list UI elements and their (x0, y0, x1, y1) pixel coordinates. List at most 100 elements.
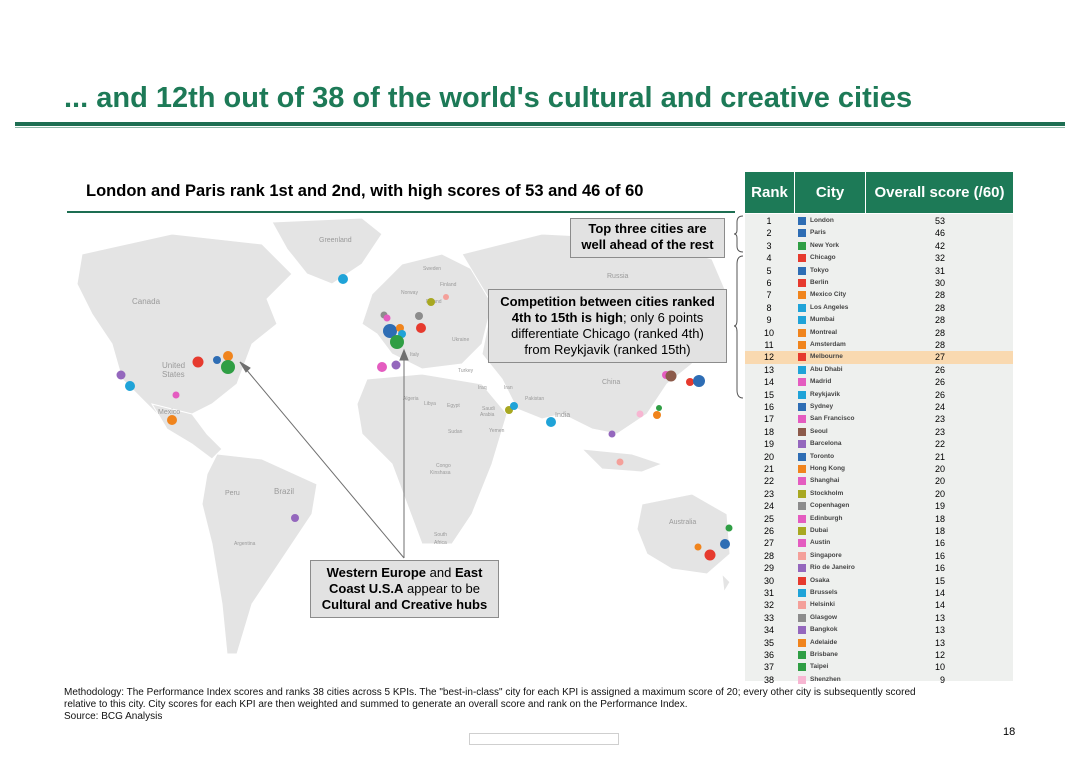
row-city: Bangkok (810, 626, 838, 634)
row-score: 16 (934, 563, 945, 574)
table-row: 14 Madrid 26 (745, 376, 1013, 388)
city-color-swatch (798, 254, 806, 263)
city-color-swatch (798, 229, 806, 238)
table-row: 7 Mexico City 28 (745, 289, 1013, 301)
row-city: Taipei (810, 663, 829, 671)
row-rank: 19 (763, 439, 774, 450)
row-rank: 38 (763, 674, 774, 685)
city-color-swatch (798, 539, 806, 548)
row-rank: 1 (766, 216, 772, 226)
row-score: 53 (934, 216, 945, 226)
row-city: Los Angeles (810, 303, 849, 311)
row-score: 13 (934, 625, 945, 636)
city-dot-shenzhen (636, 410, 644, 418)
city-dot-helsinki (443, 294, 449, 300)
row-score: 46 (934, 228, 945, 239)
row-score: 21 (934, 451, 945, 462)
table-row: 34 Bangkok 13 (745, 624, 1013, 636)
label-mexico: Mexico (158, 409, 180, 416)
city-color-swatch (798, 613, 806, 622)
row-score: 24 (934, 402, 945, 412)
city-color-swatch (798, 440, 806, 449)
row-score: 32 (934, 253, 945, 264)
city-dot-berlin (416, 323, 426, 333)
brace-top-three (733, 215, 744, 253)
city-dot-chicago (192, 356, 204, 368)
label-south: South (434, 532, 447, 538)
label-congo: Congo (436, 463, 451, 469)
city-color-swatch (798, 502, 806, 511)
row-city: Brisbane (810, 651, 838, 658)
label-russia: Russia (607, 273, 629, 280)
table-row: 33 Glasgow 13 (745, 612, 1013, 624)
table-row: 13 Abu Dhabi 26 (745, 364, 1013, 376)
row-city: New York (810, 241, 840, 249)
row-city: Paris (810, 229, 826, 237)
city-color-swatch (798, 303, 806, 312)
row-rank: 31 (763, 588, 774, 598)
table-row: 20 Toronto 21 (745, 451, 1013, 463)
city-color-swatch (798, 341, 806, 349)
table-row: 35 Adelaide 13 (745, 637, 1013, 649)
row-rank: 24 (763, 501, 774, 512)
row-rank: 2 (766, 228, 772, 239)
city-color-swatch (798, 489, 806, 498)
row-rank: 37 (763, 662, 774, 673)
row-city: Reykjavik (810, 390, 840, 398)
city-dot-hong-kong (653, 411, 661, 419)
row-city: Edinburgh (810, 514, 843, 522)
city-dot-rio (291, 514, 299, 522)
table-header-city: City (795, 172, 866, 213)
table-row: 38 Shenzhen 9 (745, 674, 1013, 686)
row-rank: 17 (763, 414, 774, 425)
label-united: United (162, 361, 185, 370)
label-italy: Italy (410, 352, 420, 358)
row-rank: 30 (763, 575, 774, 586)
page-number: 18 (1003, 726, 1016, 738)
row-city: Sydney (810, 403, 834, 410)
table-row: 23 Stockholm 20 (745, 488, 1013, 500)
city-dot-osaka (686, 378, 694, 386)
table-row: 22 Shanghai 20 (745, 475, 1013, 487)
label-india: India (555, 412, 570, 419)
row-rank: 21 (763, 464, 774, 474)
slide-title: ... and 12th out of 38 of the world's cu… (64, 82, 913, 114)
city-color-swatch (798, 217, 806, 225)
city-dot-mexico-city (167, 415, 177, 425)
label-turkey: Turkey (458, 368, 474, 374)
table-row: 25 Edinburgh 18 (745, 513, 1013, 525)
row-score: 15 (934, 575, 945, 586)
table-row: 5 Tokyo 31 (745, 265, 1013, 277)
table-row: 24 Copenhagen 19 (745, 500, 1013, 512)
row-rank: 26 (763, 526, 774, 536)
row-rank: 29 (763, 563, 774, 574)
table-row: 36 Brisbane 12 (745, 649, 1013, 661)
table-row: 27 Austin 16 (745, 537, 1013, 549)
row-score: 13 (934, 637, 945, 648)
row-city: Dubai (810, 527, 829, 534)
city-dot-austin (172, 391, 180, 399)
row-score: 26 (934, 389, 945, 400)
city-dot-adelaide (694, 543, 702, 551)
table-row: 30 Osaka 15 (745, 575, 1013, 587)
city-color-swatch (798, 353, 806, 362)
callout-competition: Competition between cities ranked 4th to… (488, 289, 727, 363)
row-score: 12 (934, 650, 945, 660)
title-underline (15, 122, 1065, 126)
table-row: 21 Hong Kong 20 (745, 463, 1013, 475)
row-city: Montreal (810, 328, 838, 336)
row-city: Chicago (810, 254, 836, 262)
brace-ranks-4-15 (733, 255, 744, 399)
label-algeria: Algeria (403, 396, 419, 402)
city-color-swatch (798, 316, 806, 325)
row-city: Abu Dhabi (810, 365, 843, 373)
row-score: 28 (934, 327, 945, 338)
city-color-swatch (798, 452, 806, 461)
table-header-score: Overall score (/60) (866, 172, 1013, 213)
city-dot-sydney (720, 539, 730, 549)
table-row: 19 Barcelona 22 (745, 438, 1013, 450)
label-china: China (602, 379, 620, 386)
city-color-swatch (798, 477, 806, 486)
footnote-methodology-2: relative to this city. City scores for e… (64, 699, 688, 710)
table-row: 37 Taipei 10 (745, 661, 1013, 673)
